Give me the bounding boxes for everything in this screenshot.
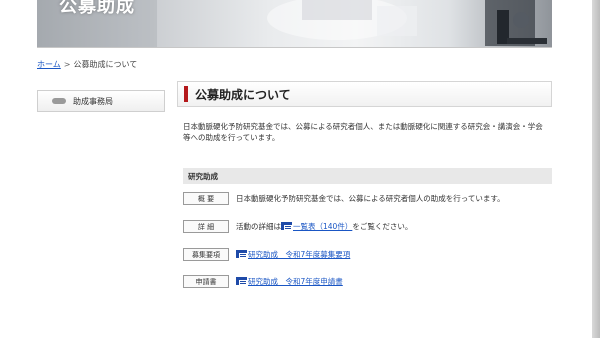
section-header: 研究助成 [183, 168, 552, 184]
details-prefix: 活動の詳細は [236, 222, 281, 231]
document-icon [236, 250, 247, 258]
application-text: 研究助成 令和7年度申請書 [236, 276, 343, 287]
heading-accent-bar [184, 86, 188, 102]
list-link[interactable]: 一覧表（140件） [293, 222, 352, 231]
page-title: 公募助成について [195, 87, 291, 102]
main-content: 公募助成について 日本動脈硬化予防研究基金では、公募による研究者個人、または動脈… [177, 81, 552, 288]
breadcrumb-separator: > [63, 60, 71, 69]
details-suffix: をご覧ください。 [352, 222, 413, 231]
row-overview: 概 要 日本動脈硬化予防研究基金では、公募による研究者個人の助成を行っています。 [183, 192, 505, 205]
sidebar-item-secretariat[interactable]: 助成事務局 [37, 90, 165, 112]
breadcrumb: ホーム > 公募助成について [37, 59, 137, 70]
breadcrumb-current: 公募助成について [73, 60, 138, 69]
document-icon [236, 277, 247, 285]
row-application: 申請書 研究助成 令和7年度申請書 [183, 275, 343, 288]
pill-icon [52, 98, 66, 104]
banner-title: 公募助成 [59, 0, 135, 17]
tag-details: 詳 細 [183, 220, 229, 233]
row-guidelines: 募集要項 研究助成 令和7年度募集要項 [183, 248, 350, 261]
guidelines-text: 研究助成 令和7年度募集要項 [236, 249, 350, 260]
guidelines-link[interactable]: 研究助成 令和7年度募集要項 [248, 250, 350, 259]
application-link[interactable]: 研究助成 令和7年度申請書 [248, 277, 343, 286]
row-details: 詳 細 活動の詳細は 一覧表（140件）をご覧ください。 [183, 220, 412, 233]
page-heading: 公募助成について [177, 81, 552, 107]
document-icon [281, 222, 292, 230]
tag-application: 申請書 [183, 275, 229, 288]
overview-text: 日本動脈硬化予防研究基金では、公募による研究者個人の助成を行っています。 [236, 194, 505, 203]
sidebar-item-label: 助成事務局 [73, 96, 113, 106]
breadcrumb-home-link[interactable]: ホーム [37, 60, 61, 69]
details-text: 活動の詳細は 一覧表（140件）をご覧ください。 [236, 221, 412, 232]
tag-overview: 概 要 [183, 192, 229, 205]
tag-guidelines: 募集要項 [183, 248, 229, 261]
page-banner: 公募助成 [37, 0, 552, 48]
intro-text: 日本動脈硬化予防研究基金では、公募による研究者個人、または動脈硬化に関連する研究… [183, 122, 543, 142]
right-scroll-rail [592, 0, 600, 338]
